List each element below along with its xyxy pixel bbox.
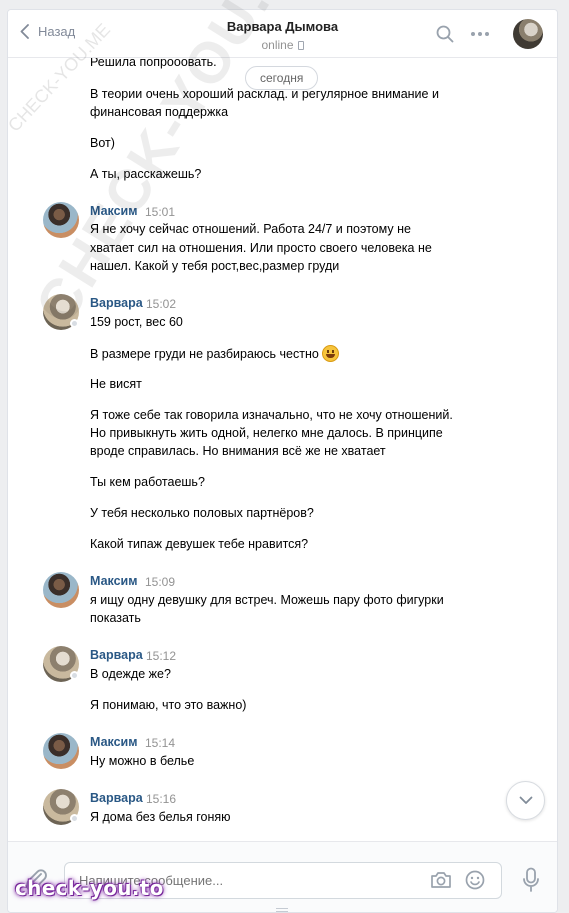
message-text: показать xyxy=(90,611,141,625)
message-text: хватает сил на отношения. Или просто сво… xyxy=(90,241,432,255)
camera-icon xyxy=(431,872,451,888)
search-button[interactable] xyxy=(436,25,454,48)
sender-name[interactable]: Максим xyxy=(90,574,138,588)
online-indicator xyxy=(70,671,79,680)
attach-button[interactable] xyxy=(25,867,47,896)
message-time[interactable]: 15:09 xyxy=(145,575,175,589)
date-separator: сегодня xyxy=(245,66,319,90)
message-text: Но привыкнуть жить одной, нелегко мне да… xyxy=(90,426,443,440)
more-dots-icon[interactable] xyxy=(471,32,489,36)
message-text-part: В размере груди не разбираюсь честно xyxy=(90,347,319,361)
message-text: Не висят xyxy=(90,377,142,391)
message-time[interactable]: 15:16 xyxy=(146,792,176,806)
paperclip-icon xyxy=(26,869,47,893)
sender-name[interactable]: Варвара xyxy=(90,648,143,662)
message-composer xyxy=(8,841,557,912)
sender-name[interactable]: Максим xyxy=(90,204,138,218)
voice-message-button[interactable] xyxy=(522,867,540,898)
message-text: Я не хочу сейчас отношений. Работа 24/7 … xyxy=(90,222,411,236)
message-text: Вот) xyxy=(90,136,115,150)
sender-name[interactable]: Максим xyxy=(90,735,138,749)
message-text: Я дома без белья гоняю xyxy=(90,810,231,824)
avatar[interactable] xyxy=(43,733,79,769)
message-time[interactable]: 15:12 xyxy=(146,649,176,663)
message-text: А ты, расскажешь? xyxy=(90,167,202,181)
message-text: нашел. Какой у тебя рост,вес,размер груд… xyxy=(90,259,340,273)
online-status-text: online xyxy=(261,38,294,52)
message-text: финансовая поддержка xyxy=(90,105,229,119)
chevron-down-icon xyxy=(519,796,532,804)
sender-name[interactable]: Варвара xyxy=(90,296,143,310)
camera-button[interactable] xyxy=(430,871,452,894)
message-text: В размере груди не разбираюсь честно xyxy=(90,345,480,363)
smile-icon xyxy=(465,870,485,890)
message-time[interactable]: 15:02 xyxy=(146,297,176,311)
message-text: Я понимаю, что это важно) xyxy=(90,698,247,712)
message-time[interactable]: 15:01 xyxy=(145,205,175,219)
message-text: я ищу одну девушку для встреч. Можешь па… xyxy=(90,593,444,607)
contact-status: online xyxy=(8,38,557,52)
message-time[interactable]: 15:14 xyxy=(145,736,175,750)
message-text: Ты кем работаешь? xyxy=(90,475,205,489)
chat-window: Назад Варвара Дымова online сегодня Реши… xyxy=(7,9,558,913)
message-text: У тебя несколько половых партнёров? xyxy=(90,506,314,520)
avatar[interactable] xyxy=(43,294,79,330)
message-text: Какой типаж девушек тебе нравится? xyxy=(90,537,309,551)
message-text: вроде справилась. Но внимания всё же не … xyxy=(90,444,386,458)
search-icon xyxy=(436,25,454,43)
message-text: Ну можно в белье xyxy=(90,754,195,768)
contact-avatar[interactable] xyxy=(513,19,543,49)
message-text: В одежде же? xyxy=(90,667,171,681)
emoji-button[interactable] xyxy=(465,870,485,895)
sender-name[interactable]: Варвара xyxy=(90,791,143,805)
message-text: 159 рост, вес 60 xyxy=(90,315,183,329)
online-indicator xyxy=(70,814,79,823)
avatar[interactable] xyxy=(43,789,79,825)
avatar[interactable] xyxy=(43,646,79,682)
chat-header: Назад Варвара Дымова online xyxy=(8,10,557,58)
avatar[interactable] xyxy=(43,202,79,238)
microphone-icon xyxy=(523,867,539,892)
online-indicator xyxy=(70,319,79,328)
scroll-down-button[interactable] xyxy=(506,781,545,820)
avatar[interactable] xyxy=(43,572,79,608)
message-text: Я тоже себе так говорила изначально, что… xyxy=(90,408,453,422)
resize-handle[interactable] xyxy=(276,908,288,912)
mobile-icon xyxy=(297,41,304,50)
grinning-face-icon xyxy=(321,345,339,362)
